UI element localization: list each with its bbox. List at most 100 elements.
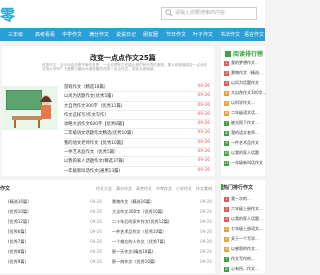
list-item[interactable]: 二年级语文话题作文精选(优秀10篇) 09-26 — [64, 128, 210, 137]
list-item-title[interactable]: 那一刻作文（优秀10篇） — [112, 259, 158, 265]
nav-item-6[interactable]: 朋友圈 — [143, 31, 158, 38]
tab-item[interactable]: 中考作文 — [156, 186, 172, 192]
ranking-item-title[interactable]: 以我的家人话题 — [231, 150, 259, 155]
ranking-item[interactable]: 5 以科学作文... — [224, 100, 255, 109]
list-item-title[interactable]: (优秀7篇) — [8, 239, 26, 245]
list-item[interactable]: (精选16篇) 09-26 — [8, 198, 108, 207]
list-item[interactable]: 那一刻作文（优秀10篇） 09-26 — [112, 258, 212, 267]
nav-item-3[interactable]: 中学作文 — [62, 31, 82, 38]
nav-item-2[interactable]: 高考看看 — [35, 31, 55, 38]
page-title[interactable]: 改变一点点作文25篇 — [90, 53, 156, 63]
hot-item-title[interactable]: 关于一个写学... — [231, 236, 259, 241]
hot-item[interactable]: 8 心有所...作文... — [224, 266, 259, 275]
nav-item-1[interactable]: 三年级 — [8, 31, 23, 38]
list-item-title[interactable]: 大全作文300字（优秀10篇） — [112, 209, 166, 215]
hot-item[interactable]: 1 我一次的... — [224, 196, 251, 205]
ranking-item[interactable]: 1 我的梦想作文... — [224, 60, 259, 69]
tab-item[interactable]: 作文素材 — [196, 186, 212, 192]
list-item[interactable]: 以风为话题作文(优秀5篇) 09-26 — [64, 91, 210, 100]
search-icon[interactable] — [165, 9, 173, 17]
hot-item-title[interactable]: 六年级上册作文... — [231, 206, 263, 211]
list-item[interactable]: 游戏作文（精选18篇） 09-26 — [64, 82, 210, 91]
tab-item[interactable]: 作文大全 — [96, 186, 112, 192]
hot-item[interactable]: 6 以感恩的作文... — [224, 246, 259, 255]
ranking-item[interactable]: 9 一件艺术品作文 — [224, 140, 259, 149]
list-item-title[interactable]: (优秀8篇) — [8, 249, 26, 255]
ranking-item-title[interactable]: 我的语文老师... — [231, 130, 259, 135]
nav-item-4[interactable]: 满分作文 — [89, 31, 109, 38]
list-item[interactable]: 我的语文老师作文【优秀10篇】 09-26 — [64, 137, 210, 147]
list-item[interactable]: (优秀7篇) 09-26 — [8, 238, 108, 247]
list-item-title[interactable]: 二十年后的家乡作文(优秀12篇) — [112, 219, 170, 225]
list-item[interactable]: (优秀9篇) 09-26 — [8, 258, 108, 267]
hot-item[interactable]: 7 作文写作的... — [224, 256, 255, 265]
nav-item-10[interactable]: 语言作文 — [244, 31, 264, 38]
list-item-title[interactable]: 以风为话题作文(优秀5篇) — [64, 93, 113, 99]
list-item[interactable]: 二十年后的家乡作文(优秀12篇) 09-26 — [112, 218, 212, 227]
list-item[interactable]: 一件艺术品作文（优秀5篇） 09-26 — [64, 147, 210, 156]
list-item-title[interactable]: (精选16篇) — [8, 199, 29, 205]
hot-item-title[interactable]: 以我的家人话题... — [231, 216, 263, 221]
ranking-item[interactable]: 2 景物作文（精选... — [224, 70, 263, 79]
list-item[interactable]: 大全作文300字（优秀10篇） 09-26 — [112, 208, 212, 217]
ranking-item[interactable]: 6 二年级语文话... — [224, 110, 259, 119]
list-item-title[interactable]: 那一天作文(精选18篇) — [112, 249, 153, 255]
list-item[interactable]: 一个难忘的人作文（优秀7篇） 09-26 — [112, 238, 212, 247]
list-item[interactable]: (优秀10篇) 09-26 — [8, 208, 108, 217]
list-item-title[interactable]: (优秀9篇) — [8, 259, 26, 265]
hot-item[interactable]: 4 七年级上册语文... — [224, 226, 263, 235]
ranking-item-title[interactable]: 一年级新叫话作文 — [231, 160, 263, 165]
list-item-title[interactable]: 一年级新叫话作文(通用13篇) — [64, 168, 120, 174]
list-item-title[interactable]: 游戏作文（精选18篇） — [64, 84, 108, 90]
search-input[interactable]: 请输入你要搜索的内容 — [161, 7, 257, 20]
ranking-item[interactable]: 11 一年级新叫话作文 — [224, 160, 263, 169]
hot-item-title[interactable]: 心有所...作文... — [231, 266, 259, 271]
nav-item-9[interactable]: 书法作文 — [220, 31, 240, 38]
list-item[interactable]: (优秀8篇) 09-26 — [8, 248, 108, 257]
ranking-item-title[interactable]: 以风为话题作文 — [231, 80, 259, 85]
tab-item[interactable]: 满分作文 — [116, 186, 132, 192]
list-item[interactable]: 以我的家人话题作文(精选37篇) 09-26 — [64, 156, 210, 165]
ranking-item-title[interactable]: 二年级语文话... — [231, 110, 259, 115]
hot-item[interactable]: 3 以我的家人话题... — [224, 216, 263, 225]
list-item-title[interactable]: 大自然作文300字（优秀11篇） — [64, 103, 125, 109]
list-item-title[interactable]: 我的语文老师作文【优秀10篇】 — [64, 140, 125, 146]
list-item[interactable]: 大自然作文300字（优秀11篇） 09-26 — [64, 100, 210, 110]
tab-item[interactable]: 高考作文 — [136, 186, 152, 192]
list-item[interactable]: 作文这样写(作文写作) 09-26 — [64, 109, 210, 119]
list-item[interactable]: [优秀6篇] 09-26 — [8, 228, 108, 237]
list-item-title[interactable]: [优秀6篇] — [8, 229, 26, 235]
ranking-item[interactable]: 8 我的语文老师... — [224, 130, 259, 139]
list-item[interactable]: 景物作文（精选16篇） 09-26 — [112, 198, 212, 207]
ranking-item-title[interactable]: 景物作文（精选... — [231, 70, 263, 75]
list-item[interactable]: 一年级新叫话作文(通用13篇) 09-26 — [64, 165, 210, 175]
ranking-item-title[interactable]: 以科学作文... — [231, 100, 255, 105]
hot-item-title[interactable]: 作文写作的... — [231, 256, 255, 261]
ranking-item-title[interactable]: 大自然作文300字... — [231, 90, 266, 95]
list-item-title[interactable]: 一个难忘的人作文（优秀7篇） — [112, 239, 168, 245]
ranking-item-title[interactable]: 被光照下作文... — [231, 120, 259, 125]
ranking-item-title[interactable]: 一件艺术品作文 — [231, 140, 259, 145]
nav-item-5[interactable]: 说说日记 — [116, 31, 136, 38]
list-item[interactable]: 攻略大战作文600字【优秀8篇】 09-26 — [64, 119, 210, 128]
ranking-item-title[interactable]: 我的梦想作文... — [231, 60, 259, 65]
nav-item-8[interactable]: 叶子作文 — [193, 31, 213, 38]
list-item-title[interactable]: 景物作文（精选16篇） — [112, 199, 154, 205]
list-item[interactable]: 那一天作文(精选18篇) 09-26 — [112, 248, 212, 257]
hot-item[interactable]: 2 六年级上册作文... — [224, 206, 263, 215]
list-item-title[interactable]: 攻略大战作文600字【优秀8篇】 — [64, 121, 127, 127]
list-item-title[interactable]: 一件艺术品作文（优秀5篇） — [64, 149, 118, 155]
list-item[interactable]: [优秀12篇] 09-26 — [8, 218, 108, 227]
list-item-title[interactable]: 以我的家人话题作文(精选37篇) — [64, 158, 124, 164]
list-item-title[interactable]: 作文这样写(作文写作) — [64, 112, 106, 118]
ranking-item[interactable]: 7 被光照下作文... — [224, 120, 259, 129]
hot-item[interactable]: 5 关于一个写学... — [224, 236, 259, 245]
hot-item-title[interactable]: 我一次的... — [231, 196, 251, 201]
ranking-item[interactable]: 10 以我的家人话题 — [224, 150, 259, 159]
list-item[interactable]: 一件艺术品作文（优秀10篇） 09-26 — [112, 228, 212, 237]
nav-item-7[interactable]: 节日作文 — [166, 31, 186, 38]
list-item-title[interactable]: (优秀10篇) — [8, 209, 29, 215]
list-item-title[interactable]: [优秀12篇] — [8, 219, 29, 225]
tab-item[interactable]: 小学作文 — [176, 186, 192, 192]
hot-item-title[interactable]: 七年级上册语文... — [231, 226, 263, 231]
